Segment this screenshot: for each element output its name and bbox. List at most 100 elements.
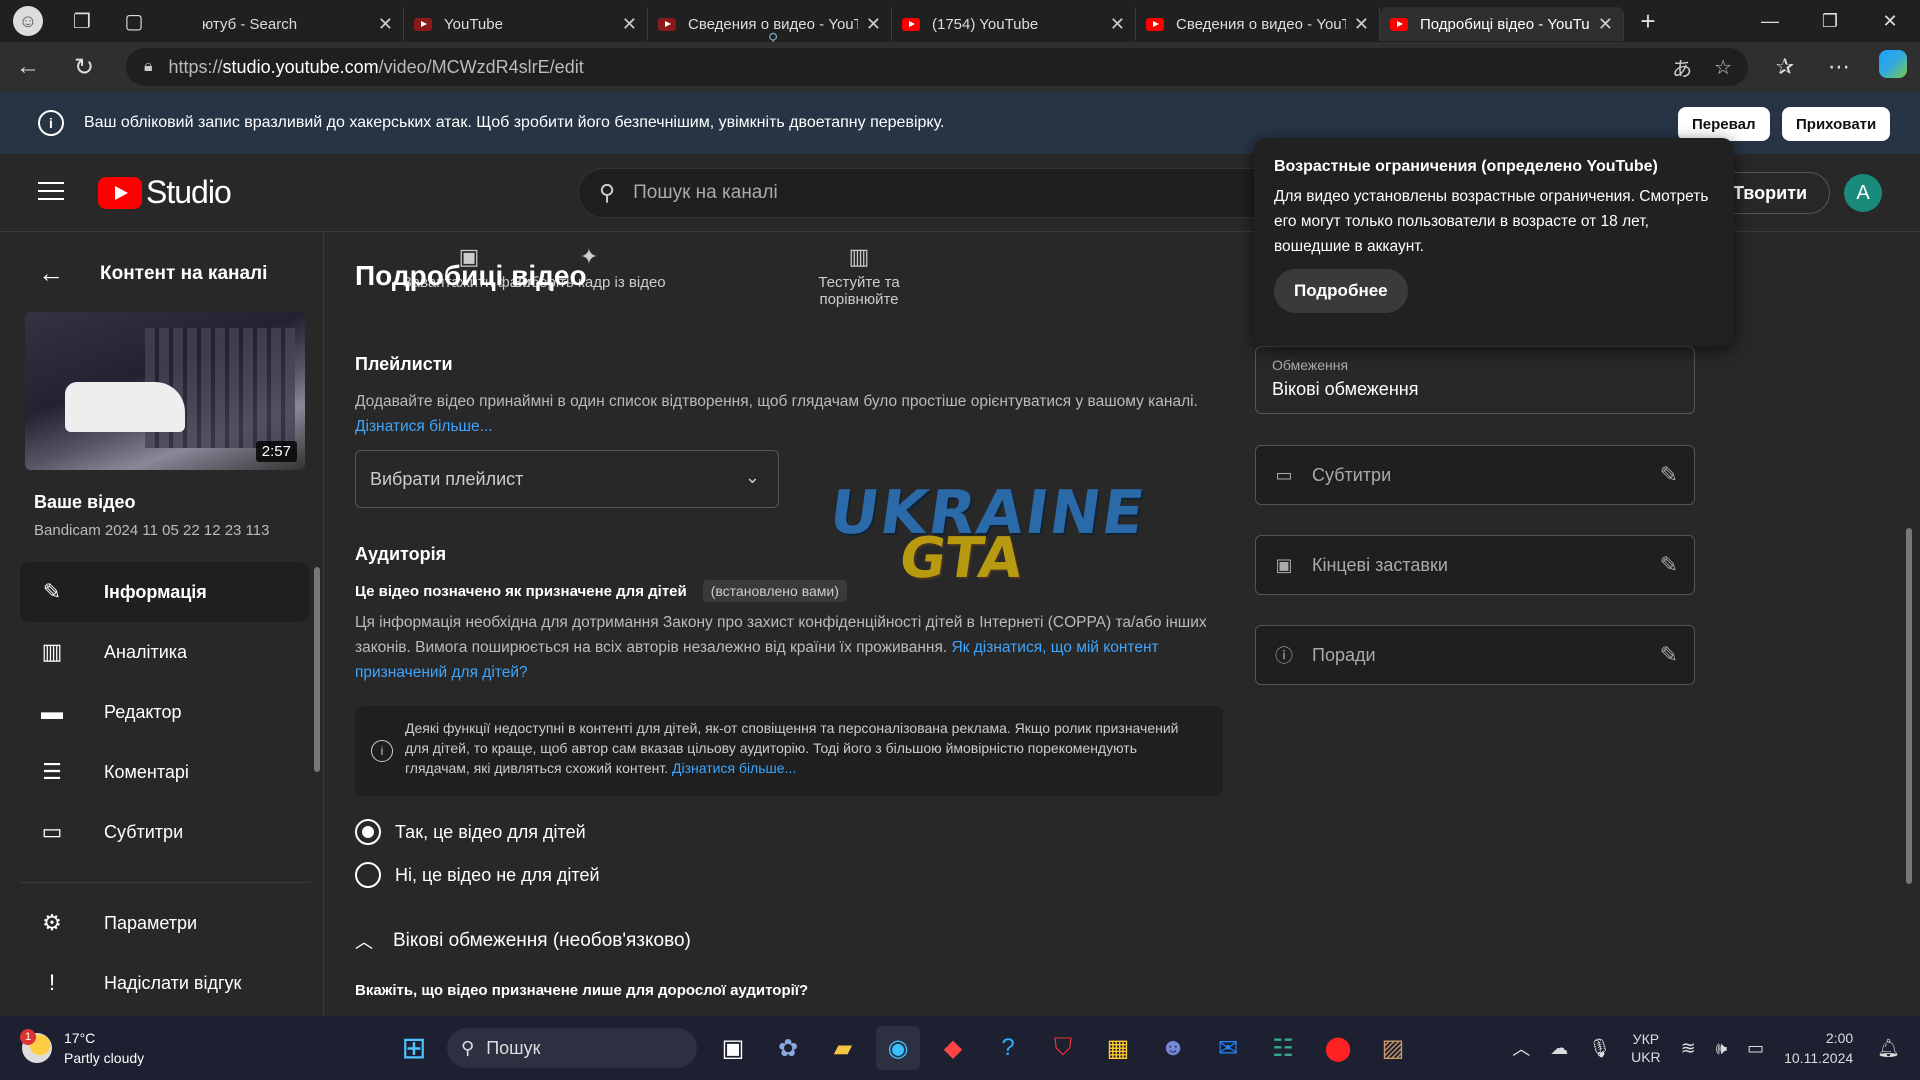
restrictions-label: Обмеження bbox=[1272, 357, 1349, 373]
favorites-icon[interactable]: ✰ bbox=[1758, 54, 1812, 80]
edit-pencil-icon[interactable]: ✎ bbox=[1660, 462, 1678, 488]
discord-icon[interactable]: ☻ bbox=[1151, 1026, 1195, 1070]
endscreen-icon: ▣ bbox=[1275, 554, 1293, 575]
red-app-icon[interactable]: ◆ bbox=[931, 1026, 975, 1070]
radio-made-for-kids[interactable]: Так, це відео для дітей bbox=[355, 819, 586, 845]
channel-search-input[interactable]: ⚲ Пошук на каналі bbox=[578, 168, 1278, 218]
tab-close-icon[interactable]: ✕ bbox=[1598, 14, 1613, 35]
editor-card[interactable]: ▣ Кінцеві заставки ✎ bbox=[1255, 535, 1695, 595]
copilot-app-icon[interactable]: ✿ bbox=[766, 1026, 810, 1070]
edit-pencil-icon[interactable]: ✎ bbox=[1660, 642, 1678, 668]
tab-close-icon[interactable]: ✕ bbox=[622, 14, 637, 35]
browser-tab[interactable]: YouTube ✕ bbox=[404, 7, 648, 41]
browser-tab[interactable]: (1754) YouTube ✕ bbox=[892, 7, 1136, 41]
wifi-icon[interactable]: ≋ bbox=[1681, 1038, 1696, 1059]
playlist-select-value: Вибрати плейлист bbox=[370, 468, 524, 489]
url-path: /video/MCWzdR4slrE/edit bbox=[378, 56, 584, 77]
subtitles-icon: ▭ bbox=[41, 819, 63, 844]
radio-not-for-kids[interactable]: Ні, це відео не для дітей bbox=[355, 862, 600, 888]
notice-learn-more-link[interactable]: Дізнатися більше... bbox=[672, 760, 796, 776]
sidebar-scrollbar[interactable] bbox=[314, 567, 320, 772]
menu-icon[interactable] bbox=[38, 182, 64, 202]
workspaces-icon[interactable]: ❐ bbox=[56, 0, 108, 42]
tab-title: YouTube bbox=[444, 15, 503, 33]
back-icon[interactable]: ← bbox=[0, 42, 56, 92]
notifications-icon[interactable]: 🔔︎ bbox=[1877, 1038, 1900, 1059]
restore-icon[interactable]: ❐ bbox=[1800, 0, 1860, 42]
clock[interactable]: 2:00 10.11.2024 bbox=[1784, 1028, 1853, 1068]
info-icon: i bbox=[371, 740, 393, 762]
tab-actions-icon[interactable]: ▢ bbox=[108, 0, 160, 42]
thumbnail-tool[interactable]: ▥ Тестуйте та порівнюйте bbox=[804, 244, 914, 308]
chevron-up-icon[interactable]: ︿ bbox=[1512, 1035, 1530, 1061]
app-icon[interactable]: ☷ bbox=[1261, 1026, 1305, 1070]
browser-tab[interactable]: Подробиці відео - YouTu ✕ bbox=[1380, 7, 1624, 41]
copilot-icon[interactable] bbox=[1866, 50, 1920, 84]
infobar-check-button[interactable]: Перевал bbox=[1678, 107, 1770, 141]
volume-icon[interactable]: 🕪︎ bbox=[1716, 1038, 1727, 1059]
language-indicator[interactable]: УКР UKR bbox=[1631, 1030, 1661, 1066]
sidebar-item[interactable]: ☰ Коментарі bbox=[20, 742, 310, 802]
taskbar-search[interactable]: ⚲ Пошук bbox=[447, 1028, 697, 1068]
more-menu-icon[interactable]: ⋯ bbox=[1812, 54, 1866, 80]
sidebar-item[interactable]: ! Надіслати відгук bbox=[20, 953, 310, 1013]
task-view-icon[interactable]: ▣ bbox=[711, 1026, 755, 1070]
video-thumbnail[interactable]: 2:57 bbox=[25, 312, 305, 470]
url-field[interactable]: 🔒︎ https://studio.youtube.com/video/MCWz… bbox=[126, 48, 1748, 86]
browser-tab[interactable]: Сведения о видео - YouT ✕ bbox=[1136, 7, 1380, 41]
ukraine-gta-watermark: UKRAINE GTA bbox=[825, 478, 1150, 598]
main-scrollbar[interactable] bbox=[1906, 528, 1912, 884]
weather-widget[interactable]: 1 17°C Partly cloudy bbox=[20, 1028, 144, 1068]
studio-logo[interactable]: Studio bbox=[98, 174, 232, 211]
minimize-icon[interactable]: — bbox=[1740, 0, 1800, 42]
tooltip-text: Для видео установлены возрастные огранич… bbox=[1274, 188, 1709, 255]
favorite-star-icon[interactable]: ☆ bbox=[1714, 55, 1732, 80]
tab-close-icon[interactable]: ✕ bbox=[866, 14, 881, 35]
browser-tab[interactable]: ⚲ ютуб - Search ✕ bbox=[160, 7, 778, 46]
microphone-icon[interactable]: 🎙︎ bbox=[1588, 1038, 1611, 1059]
card-label: Субтитри bbox=[1312, 464, 1392, 485]
url-text: https://studio.youtube.com/video/MCWzdR4… bbox=[169, 57, 584, 78]
edit-pencil-icon[interactable]: ✎ bbox=[1660, 552, 1678, 578]
back-to-content[interactable]: ← Контент на каналі bbox=[38, 258, 267, 289]
windows-start-icon[interactable]: ⊞ bbox=[392, 1026, 436, 1070]
browser-tab[interactable]: Сведения о видео - YouT ✕ bbox=[648, 7, 892, 41]
info-icon: i bbox=[38, 110, 64, 136]
outlook-icon[interactable]: ✉ bbox=[1206, 1026, 1250, 1070]
battery-icon[interactable]: ▭ bbox=[1747, 1038, 1764, 1059]
editor-card[interactable]: ▭ Субтитри ✎ bbox=[1255, 445, 1695, 505]
edge-browser-icon[interactable]: ◉ bbox=[876, 1026, 920, 1070]
file-explorer-icon[interactable]: ▰ bbox=[821, 1026, 865, 1070]
search-placeholder: Пошук на каналі bbox=[633, 182, 778, 203]
refresh-icon[interactable]: ↻ bbox=[56, 42, 112, 92]
tab-title: ютуб - Search bbox=[202, 15, 298, 33]
game-icon[interactable]: ▨ bbox=[1371, 1026, 1415, 1070]
sidebar-item[interactable]: ▬ Редактор bbox=[20, 682, 310, 742]
playlist-select[interactable]: Вибрати плейлист ⌄ bbox=[355, 450, 779, 508]
infobar-hide-button[interactable]: Приховати bbox=[1782, 107, 1891, 141]
tab-close-icon[interactable]: ✕ bbox=[1110, 14, 1125, 35]
mcafee-icon[interactable]: ⛉ bbox=[1041, 1026, 1085, 1070]
sidebar-item[interactable]: ▥ Аналітика bbox=[20, 622, 310, 682]
help-app-icon[interactable]: ? bbox=[986, 1026, 1030, 1070]
gear-icon: ⚙ bbox=[42, 910, 62, 935]
age-restriction-toggle[interactable]: ︿ Вікові обмеження (необов'язково) bbox=[355, 928, 691, 954]
record-icon[interactable]: ⬤ bbox=[1316, 1026, 1360, 1070]
url-host: studio.youtube.com bbox=[222, 56, 379, 77]
account-avatar[interactable]: A bbox=[1844, 174, 1882, 212]
editor-card[interactable]: ⓘ Поради ✎ bbox=[1255, 625, 1695, 685]
tab-close-icon[interactable]: ✕ bbox=[378, 14, 393, 35]
close-window-icon[interactable]: ✕ bbox=[1860, 0, 1920, 42]
playlists-learn-more-link[interactable]: Дізнатися більше... bbox=[355, 418, 493, 435]
sidebar-item[interactable]: ⚙ Параметри bbox=[20, 893, 310, 953]
restrictions-field[interactable]: Обмеження Вікові обмеження bbox=[1255, 346, 1695, 414]
learn-more-button[interactable]: Подробнее bbox=[1274, 269, 1408, 313]
tab-close-icon[interactable]: ✕ bbox=[1354, 14, 1369, 35]
profile-button[interactable]: ☺ bbox=[0, 0, 56, 42]
sidebar-item[interactable]: ✎ Інформація bbox=[20, 562, 310, 622]
onedrive-icon[interactable]: ☁ bbox=[1550, 1038, 1568, 1059]
read-aloud-icon[interactable]: あ bbox=[1672, 53, 1692, 82]
sidebar-item[interactable]: ▭ Субтитри bbox=[20, 802, 310, 862]
new-tab-button[interactable]: + bbox=[1624, 6, 1672, 37]
store-icon[interactable]: ▦ bbox=[1096, 1026, 1140, 1070]
